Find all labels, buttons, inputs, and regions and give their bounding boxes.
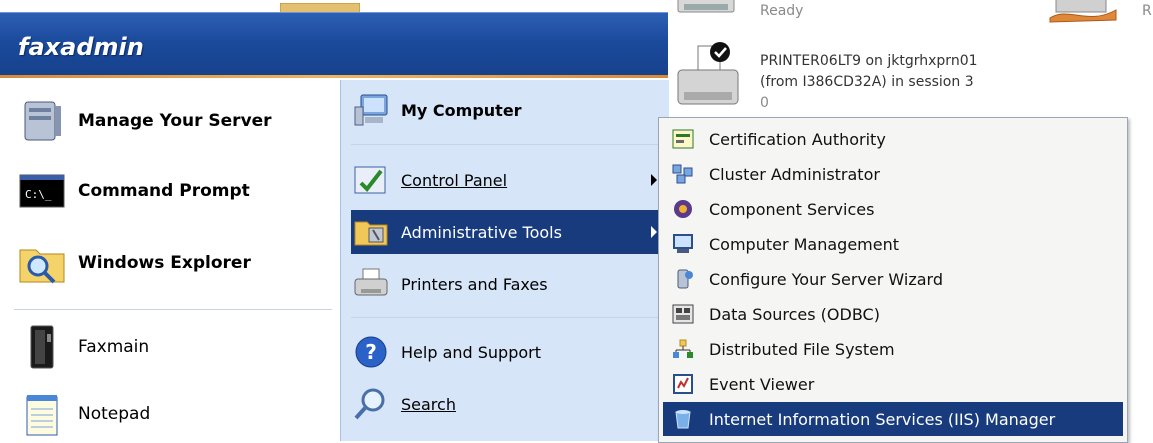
submenu-label: Cluster Administrator: [709, 164, 880, 184]
command-prompt-item[interactable]: C:\_ Command Prompt: [18, 167, 250, 215]
submenu-item-computer-management[interactable]: Computer Management: [663, 227, 1123, 261]
notepad-item[interactable]: Notepad: [18, 390, 150, 438]
submenu-label: Configure Your Server Wizard: [709, 269, 943, 289]
submenu-label: Certification Authority: [709, 129, 886, 149]
manage-your-server-label: Manage Your Server: [78, 111, 272, 131]
shared-printer-icon: [1048, 0, 1118, 28]
right-pane-separator-top: [351, 144, 661, 145]
svg-text:?: ?: [365, 340, 377, 364]
printer-name-line2: (from I386CD32A) in session 3: [760, 74, 974, 90]
data-sources-icon: [669, 302, 697, 326]
control-panel-icon: [353, 162, 389, 198]
submenu-label: Event Viewer: [709, 374, 815, 394]
control-panel-item[interactable]: Control Panel: [353, 162, 507, 198]
desktop-strip: [0, 0, 668, 14]
faxmain-icon: [18, 323, 66, 371]
submenu-label: Internet Information Services (IIS) Mana…: [709, 409, 1056, 429]
submenu-label: Distributed File System: [709, 339, 895, 359]
computer-management-icon: [669, 232, 697, 256]
administrative-tools-icon: [353, 214, 389, 250]
search-item[interactable]: Search: [353, 386, 456, 422]
start-menu-right-pane: My Computer Control Panel Administrative…: [340, 80, 669, 441]
search-icon: [353, 386, 389, 422]
control-panel-submenu-arrow-icon: [651, 174, 657, 186]
printer-status-ready: Ready: [760, 3, 804, 19]
help-and-support-item[interactable]: ? Help and Support: [353, 334, 541, 370]
submenu-item-configure-your-server-wizard[interactable]: Configure Your Server Wizard: [663, 262, 1123, 296]
start-menu-left-pane: Manage Your Server C:\_ Command Prompt W…: [0, 80, 340, 441]
certification-authority-icon: [669, 127, 697, 151]
distributed-file-system-icon: [669, 337, 697, 361]
search-label: Search: [401, 394, 456, 414]
event-viewer-icon: [669, 372, 697, 396]
component-services-icon: [669, 197, 697, 221]
svg-text:C:\_: C:\_: [25, 188, 52, 201]
control-panel-label: Control Panel: [401, 170, 508, 190]
administrative-tools-item[interactable]: Administrative Tools: [351, 210, 667, 254]
left-pane-separator: [14, 309, 332, 310]
printers-and-faxes-label: Printers and Faxes: [401, 274, 548, 294]
my-computer-icon: [353, 92, 389, 128]
windows-explorer-item[interactable]: Windows Explorer: [18, 239, 251, 287]
submenu-item-certification-authority[interactable]: Certification Authority: [663, 122, 1123, 156]
administrative-tools-label: Administrative Tools: [401, 222, 562, 242]
submenu-item-cluster-administrator[interactable]: Cluster Administrator: [663, 157, 1123, 191]
my-computer-item[interactable]: My Computer: [353, 92, 522, 128]
administrative-tools-submenu: Certification Authority Cluster Administ…: [658, 117, 1128, 443]
windows-explorer-icon: [18, 239, 66, 287]
notepad-icon: [18, 390, 66, 438]
my-computer-label: My Computer: [401, 100, 522, 120]
faxmain-item[interactable]: Faxmain: [18, 323, 149, 371]
windows-explorer-label: Windows Explorer: [78, 253, 251, 273]
submenu-label: Computer Management: [709, 234, 900, 254]
printers-and-faxes-item[interactable]: Printers and Faxes: [353, 266, 548, 302]
printer-name-line1: PRINTER06LT9 on jktgrhxprn01: [760, 53, 978, 69]
submenu-item-data-sources-odbc[interactable]: Data Sources (ODBC): [663, 297, 1123, 331]
cluster-administrator-icon: [669, 162, 697, 186]
notepad-label: Notepad: [78, 404, 151, 424]
submenu-item-distributed-file-system[interactable]: Distributed File System: [663, 332, 1123, 366]
administrative-tools-submenu-arrow-icon: [651, 226, 657, 238]
manage-your-server-item[interactable]: Manage Your Server: [18, 97, 272, 145]
user-name: faxadmin: [18, 33, 144, 61]
default-printer-icon: [672, 40, 746, 120]
submenu-label: Data Sources (ODBC): [709, 304, 880, 324]
submenu-item-event-viewer[interactable]: Event Viewer: [663, 367, 1123, 401]
server-manager-icon: [18, 97, 66, 145]
submenu-item-component-services[interactable]: Component Services: [663, 192, 1123, 226]
printers-window: Ready R PRINTER06LT9 on jktgrhxprn01 (fr…: [668, 0, 1153, 120]
printer-status-ready-2: R: [1142, 3, 1152, 19]
printer-job-count: 0: [760, 95, 769, 111]
right-pane-separator-bottom: [351, 317, 661, 318]
iis-manager-icon: [669, 407, 697, 431]
help-icon: ?: [353, 334, 389, 370]
printers-and-faxes-icon: [353, 266, 389, 302]
faxmain-label: Faxmain: [78, 337, 150, 357]
help-and-support-label: Help and Support: [401, 342, 541, 362]
submenu-item-iis-manager[interactable]: Internet Information Services (IIS) Mana…: [663, 402, 1123, 436]
command-prompt-label: Command Prompt: [78, 181, 250, 201]
printer-icon: [674, 0, 738, 20]
command-prompt-icon: C:\_: [18, 167, 66, 215]
configure-server-wizard-icon: [669, 267, 697, 291]
submenu-label: Component Services: [709, 199, 875, 219]
start-menu-header: faxadmin: [0, 12, 668, 78]
start-menu: faxadmin Manage Your Server C:\_ Command…: [0, 0, 669, 441]
